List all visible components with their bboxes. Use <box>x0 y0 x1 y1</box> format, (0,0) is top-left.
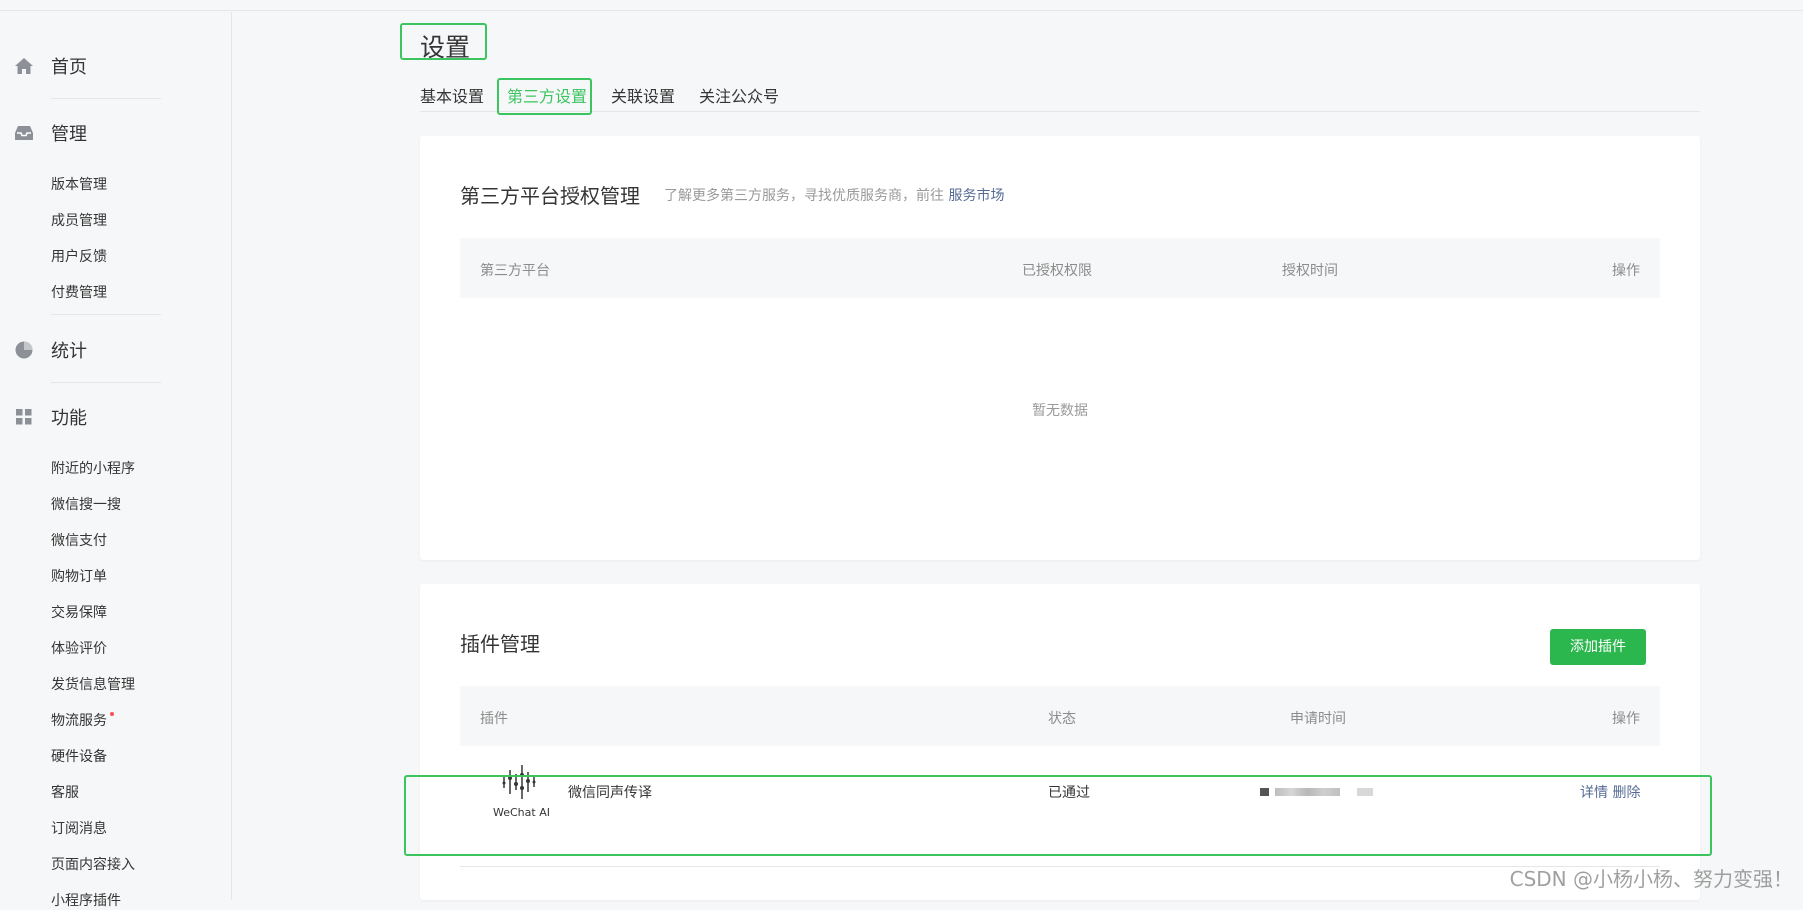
column-header: 授权时间 <box>1282 263 1338 279</box>
highlight-box-title <box>400 23 487 60</box>
sidebar-item-feedback[interactable]: 用户反馈 <box>51 246 107 266</box>
sidebar-item-logistics[interactable]: 物流服务 <box>51 710 114 730</box>
sidebar-item-search[interactable]: 微信搜一搜 <box>51 494 121 514</box>
divider <box>51 98 161 99</box>
nav-home-label: 首页 <box>51 57 87 78</box>
sidebar-item-pay[interactable]: 微信支付 <box>51 530 107 550</box>
nav-manage-label: 管理 <box>51 124 87 145</box>
tab-bar: 基本设置 第三方设置 关联设置 关注公众号 <box>420 83 1700 112</box>
plugin-table-header: 插件 状态 申请时间 操作 <box>460 686 1660 746</box>
sidebar: 首页 管理 版本管理 成员管理 用户反馈 付费管理 统计 功能 附近的小程序 微… <box>0 12 232 909</box>
divider <box>51 314 161 315</box>
empty-state-text: 暂无数据 <box>1032 403 1088 419</box>
nav-stats-label: 统计 <box>51 341 87 362</box>
divider <box>51 382 161 383</box>
third-party-subtitle: 了解更多第三方服务，寻找优质服务商，前往 服务市场 <box>664 185 1004 205</box>
sidebar-item-billing[interactable]: 付费管理 <box>51 282 107 302</box>
top-border <box>0 10 1803 11</box>
column-header: 操作 <box>1612 263 1640 279</box>
sidebar-item-content[interactable]: 页面内容接入 <box>51 854 135 874</box>
nav-home[interactable]: 首页 <box>13 54 87 78</box>
column-header: 操作 <box>1612 711 1640 727</box>
tab-linked-settings[interactable]: 关联设置 <box>611 83 675 107</box>
third-party-subtitle-text: 了解更多第三方服务，寻找优质服务商，前往 <box>664 188 944 204</box>
pie-chart-icon <box>13 339 35 361</box>
grid-icon <box>13 406 35 428</box>
highlight-box-plugin-row <box>404 775 1712 856</box>
service-market-link[interactable]: 服务市场 <box>948 188 1004 204</box>
row-divider <box>460 866 1660 867</box>
inbox-icon <box>13 122 35 144</box>
sidebar-item-subscribe[interactable]: 订阅消息 <box>51 818 107 838</box>
nav-features-label: 功能 <box>51 408 87 429</box>
nav-manage[interactable]: 管理 <box>13 121 87 145</box>
sidebar-item-hardware[interactable]: 硬件设备 <box>51 746 107 766</box>
third-party-table-header: 第三方平台 已授权权限 授权时间 操作 <box>460 238 1660 298</box>
third-party-title: 第三方平台授权管理 <box>460 184 640 208</box>
plugin-title: 插件管理 <box>460 632 540 656</box>
watermark: CSDN @小杨小杨、努力变强！ <box>1509 867 1793 891</box>
sidebar-item-nearby[interactable]: 附近的小程序 <box>51 458 135 478</box>
sidebar-item-plugins[interactable]: 小程序插件 <box>51 890 121 910</box>
sidebar-item-version[interactable]: 版本管理 <box>51 174 107 194</box>
new-dot-badge <box>110 712 114 716</box>
sidebar-item-orders[interactable]: 购物订单 <box>51 566 107 586</box>
tab-basic-settings[interactable]: 基本设置 <box>420 83 484 107</box>
column-header: 第三方平台 <box>480 263 550 279</box>
highlight-box-tab <box>497 78 592 115</box>
sidebar-item-logistics-label: 物流服务 <box>51 713 107 729</box>
tab-follow-official-account[interactable]: 关注公众号 <box>699 83 779 107</box>
sidebar-item-customer-service[interactable]: 客服 <box>51 782 79 802</box>
third-party-card: 第三方平台授权管理 了解更多第三方服务，寻找优质服务商，前往 服务市场 第三方平… <box>420 136 1700 560</box>
sidebar-item-review[interactable]: 体验评价 <box>51 638 107 658</box>
sidebar-item-members[interactable]: 成员管理 <box>51 210 107 230</box>
column-header: 插件 <box>480 711 508 727</box>
sidebar-item-shipping[interactable]: 发货信息管理 <box>51 674 135 694</box>
nav-stats[interactable]: 统计 <box>13 338 87 362</box>
sidebar-item-guarantee[interactable]: 交易保障 <box>51 602 107 622</box>
column-header: 已授权权限 <box>1022 263 1092 279</box>
add-plugin-button[interactable]: 添加插件 <box>1550 629 1646 665</box>
column-header: 状态 <box>1048 711 1076 727</box>
column-header: 申请时间 <box>1290 711 1346 727</box>
nav-features[interactable]: 功能 <box>13 405 87 429</box>
home-icon <box>13 55 35 77</box>
